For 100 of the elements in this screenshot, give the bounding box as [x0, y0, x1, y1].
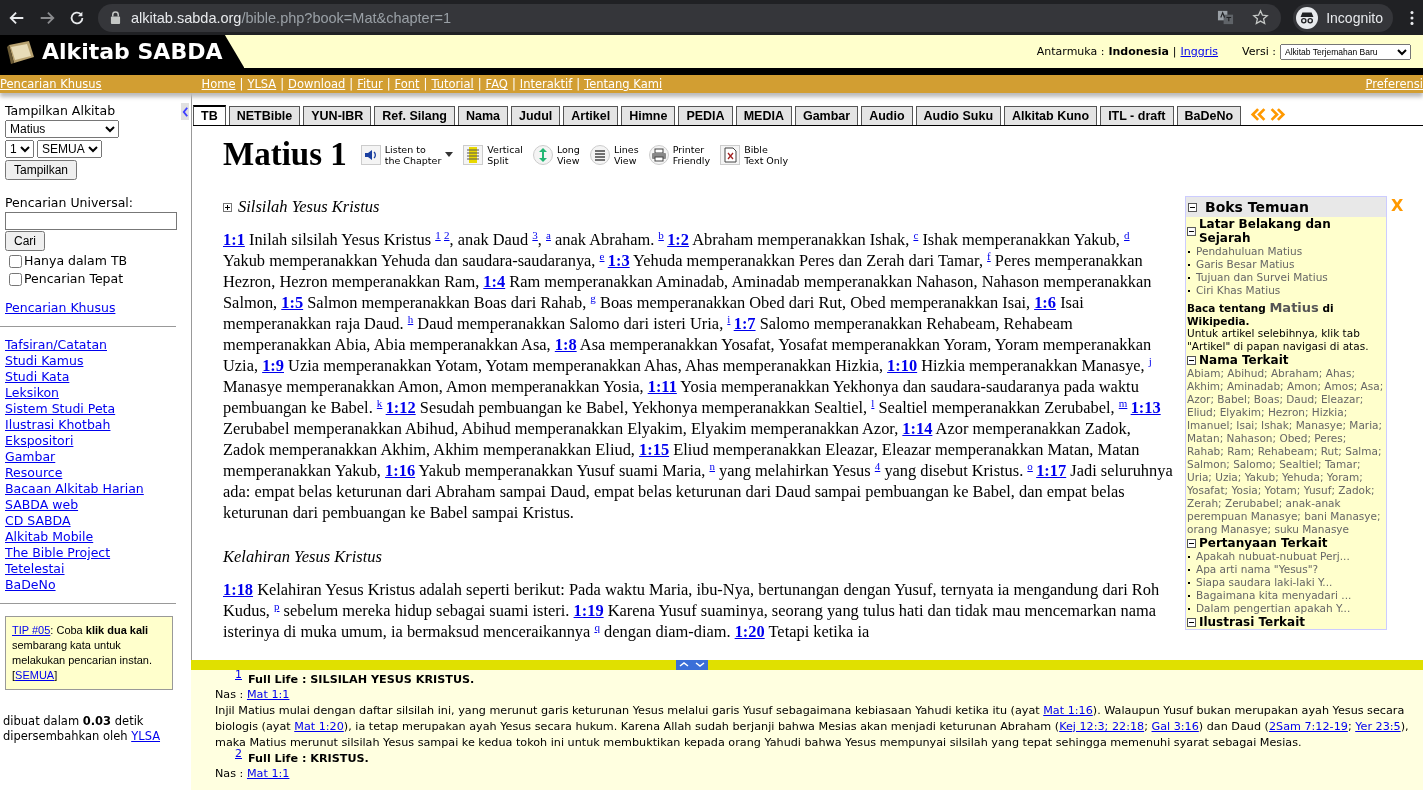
- footnote-link[interactable]: 4: [874, 459, 881, 472]
- toolbar-button[interactable]: Bible Text Only: [720, 143, 789, 166]
- footnote-link[interactable]: g: [590, 291, 596, 304]
- sidebar-link[interactable]: Sistem Studi Peta: [5, 401, 116, 417]
- toolbar-button[interactable]: Printer Friendly: [648, 143, 711, 166]
- verse-number-link[interactable]: 1:17: [1036, 461, 1067, 480]
- checkbox[interactable]: [9, 272, 22, 286]
- tab[interactable]: Ref. Silang: [374, 106, 455, 125]
- related-names[interactable]: Abiam; Abihud; Abraham; Ahas; Akhim; Aminadab; Amon; Amos; Asa; Azor; Babel; Boas; Daud; Eleazar; Eliud; Elyakim; Hezron; Hizkia; Imanuel; Isai; Ishak; Manasye; Maria; Matan; Nahason; Obed; Peres; Rahab; Ram; Rehabeam; Rut; Salma; Salmon; Salomo; Sealtiel; Tamar; Uria; Uzia; Yakub; Yehuda; Yoram; Yosafat; Yosia; Yotam; Yusuf; Zadok; Zerah; Zerubabel; anak-anak perempuan Manasye; bani Manasye; orang Manasye; suku Manasye: [1187, 367, 1385, 536]
- verse-number-link[interactable]: 1:1: [223, 230, 245, 249]
- collapse-icon[interactable]: [1187, 355, 1196, 365]
- toolbar-button[interactable]: Vertical Split: [463, 143, 523, 166]
- verse-number-link[interactable]: 1:16: [385, 461, 416, 480]
- sidebar-link[interactable]: Resource: [5, 465, 63, 481]
- verse-number-link[interactable]: 1:13: [1130, 398, 1161, 417]
- footnote-link[interactable]: 1: [435, 228, 441, 241]
- tab[interactable]: Nama: [457, 106, 508, 125]
- verse-number-link[interactable]: 1:18: [223, 580, 254, 599]
- footnote-link[interactable]: n: [709, 459, 715, 472]
- verse-number-link[interactable]: 1:9: [262, 356, 284, 375]
- reference-link[interactable]: Gal 3:16: [1151, 720, 1199, 733]
- book-select[interactable]: Matius: [5, 120, 119, 138]
- reference-link[interactable]: YLSA: [131, 729, 160, 743]
- verse-number-link[interactable]: 1:3: [607, 251, 630, 270]
- sidebar-link[interactable]: Tetelestai: [5, 561, 65, 577]
- reference-link[interactable]: Mat 1:1: [246, 688, 290, 701]
- verse-number-link[interactable]: 1:12: [385, 398, 416, 417]
- tab[interactable]: MEDIA: [735, 106, 792, 125]
- tab[interactable]: Audio: [861, 106, 913, 125]
- collapse-icon[interactable]: [1188, 202, 1197, 212]
- sidebar-link[interactable]: SABDA web: [5, 497, 79, 513]
- sidebar-link[interactable]: Ilustrasi Khotbah: [5, 417, 111, 433]
- reference-link[interactable]: Yer 23:5: [1355, 720, 1401, 733]
- checkbox[interactable]: [9, 254, 22, 268]
- collapse-sidebar-button[interactable]: [181, 103, 189, 120]
- sidebar-link[interactable]: The Bible Project: [5, 545, 111, 561]
- tab[interactable]: Judul: [510, 106, 561, 125]
- verse-select[interactable]: SEMUA: [37, 140, 102, 158]
- verse-number-link[interactable]: 1:10: [887, 356, 918, 375]
- collapse-icon[interactable]: [1187, 538, 1196, 548]
- footnote-link[interactable]: l: [871, 396, 875, 409]
- tab[interactable]: YUN-IBR: [303, 106, 372, 125]
- footnote-link[interactable]: o: [1027, 459, 1033, 472]
- sidebar-link[interactable]: Studi Kamus: [5, 353, 84, 369]
- sidebar-link[interactable]: Alkitab Mobile: [5, 529, 94, 545]
- show-button[interactable]: Tampilkan: [5, 160, 78, 180]
- verse-number-link[interactable]: 1:19: [573, 601, 604, 620]
- footnote-link[interactable]: p: [274, 599, 280, 612]
- tab[interactable]: Himne: [621, 106, 676, 125]
- reference-link[interactable]: Mat 1:16: [1043, 704, 1093, 717]
- language-link[interactable]: Inggris: [1180, 45, 1219, 58]
- reference-link[interactable]: Matius: [1269, 300, 1319, 315]
- sidebar-link[interactable]: Gambar: [5, 449, 56, 465]
- sidebar-link[interactable]: Studi Kata: [5, 369, 70, 385]
- footnote-link[interactable]: 3: [532, 228, 538, 241]
- tab[interactable]: PEDIA: [678, 106, 733, 125]
- verse-number-link[interactable]: 1:11: [647, 377, 677, 396]
- finder-link[interactable]: Pendahuluan Matius: [1187, 245, 1385, 258]
- reference-link[interactable]: Mat 1:1: [246, 767, 290, 780]
- search-button[interactable]: Cari: [5, 231, 45, 251]
- finder-link[interactable]: Apakah nubuat-nubuat Perj...: [1187, 550, 1385, 563]
- footnote-link[interactable]: m: [1118, 396, 1128, 409]
- footnote-link[interactable]: 1: [235, 668, 242, 682]
- collapse-icon[interactable]: [1187, 226, 1196, 236]
- footnote-link[interactable]: 2: [235, 747, 242, 761]
- finder-link[interactable]: Ciri Khas Matius: [1187, 284, 1385, 297]
- sidebar-link[interactable]: Tafsiran/Catatan: [5, 337, 107, 353]
- footnote-link[interactable]: d: [1124, 228, 1130, 241]
- finder-link[interactable]: Tujuan dan Survei Matius: [1187, 271, 1385, 284]
- menu-icon[interactable]: [1409, 8, 1415, 27]
- footnote-link[interactable]: k: [376, 396, 383, 409]
- finder-link[interactable]: Dalam pengertian apakah Y...: [1187, 602, 1385, 615]
- sidebar-link[interactable]: Ekspositori: [5, 433, 74, 449]
- footnote-link[interactable]: h: [407, 312, 414, 325]
- footnote-link[interactable]: c: [913, 228, 919, 241]
- toolbar-button[interactable]: Long View: [532, 143, 580, 166]
- collapse-icon[interactable]: [1187, 617, 1196, 627]
- star-icon[interactable]: [1252, 9, 1270, 26]
- sidebar-link[interactable]: CD SABDA: [5, 513, 71, 529]
- incognito-badge[interactable]: Incognito: [1293, 3, 1393, 32]
- footnote-link[interactable]: e: [599, 249, 605, 262]
- finder-link[interactable]: Siapa saudara laki-laki Y...: [1187, 576, 1385, 589]
- footnote-link[interactable]: 2: [444, 228, 450, 241]
- tab[interactable]: BaDeNo: [1176, 106, 1242, 125]
- tab[interactable]: ITL - draft: [1100, 106, 1174, 125]
- finder-link[interactable]: Garis Besar Matius: [1187, 258, 1385, 271]
- address-bar[interactable]: alkitab.sabda.org/bible.php?book=Mat&chapter=1: [98, 3, 1282, 32]
- verse-number-link[interactable]: 1:5: [281, 293, 304, 312]
- toolbar-button[interactable]: Listen to the Chapter: [360, 143, 454, 166]
- verse-number-link[interactable]: 1:6: [1034, 293, 1057, 312]
- chapter-select[interactable]: 1: [5, 140, 34, 158]
- expand-icon[interactable]: [223, 202, 232, 212]
- tab[interactable]: Gambar: [794, 106, 859, 125]
- footnote-link[interactable]: b: [658, 228, 664, 241]
- verse-number-link[interactable]: 1:7: [733, 314, 756, 333]
- translate-icon[interactable]: [1217, 9, 1235, 26]
- search-field[interactable]: [5, 212, 177, 230]
- sidebar-link[interactable]: BaDeNo: [5, 577, 56, 593]
- footnote-link[interactable]: f: [987, 249, 991, 262]
- verse-number-link[interactable]: 1:20: [734, 622, 765, 641]
